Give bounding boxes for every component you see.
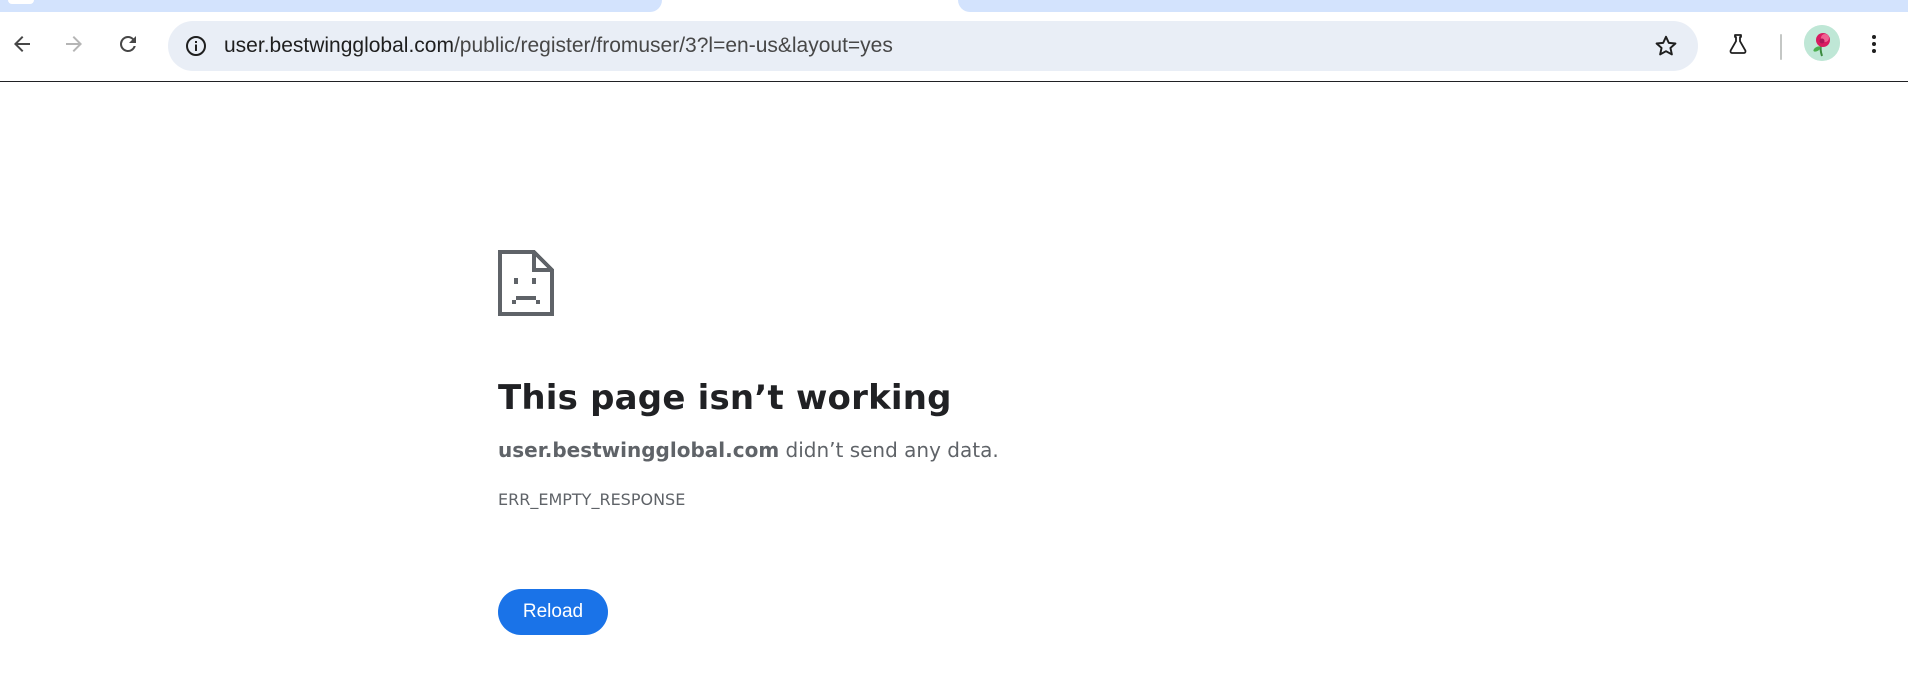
address-bar[interactable]: user.bestwingglobal.com/public/register/… xyxy=(168,21,1698,71)
tab-inactive-left[interactable] xyxy=(0,0,662,12)
info-icon xyxy=(186,36,206,56)
error-description: user.bestwingglobal.com didn’t send any … xyxy=(498,438,1398,462)
error-message: didn’t send any data. xyxy=(785,438,999,462)
browser-toolbar: user.bestwingglobal.com/public/register/… xyxy=(0,12,1908,82)
flask-icon xyxy=(1729,34,1747,54)
reload-toolbar-button[interactable] xyxy=(106,22,150,66)
error-content: This page isn’t working user.bestwingglo… xyxy=(498,250,1398,635)
refresh-icon xyxy=(120,36,136,52)
error-host: user.bestwingglobal.com xyxy=(498,438,780,462)
back-button[interactable] xyxy=(0,22,44,66)
reload-button[interactable]: Reload xyxy=(498,589,608,635)
labs-button[interactable] xyxy=(1716,22,1760,66)
url-text[interactable]: user.bestwingglobal.com/public/register/… xyxy=(224,21,893,71)
more-vert-icon xyxy=(1872,35,1876,53)
url-domain: user.bestwingglobal.com xyxy=(224,34,454,57)
menu-button[interactable] xyxy=(1852,22,1896,66)
tab-inactive-right[interactable] xyxy=(958,0,1908,12)
arrow-left-icon xyxy=(14,36,30,52)
sad-page-icon xyxy=(498,250,554,316)
profile-avatar[interactable] xyxy=(1804,25,1840,61)
arrow-right-icon xyxy=(66,36,82,52)
site-info-button[interactable] xyxy=(178,28,214,64)
url-path: /public/register/fromuser/3?l=en-us&layo… xyxy=(453,34,893,57)
star-icon xyxy=(1655,35,1677,56)
forward-button[interactable] xyxy=(52,22,96,66)
error-code: ERR_EMPTY_RESPONSE xyxy=(498,490,686,509)
tab-favicon-icon xyxy=(8,0,34,4)
tab-strip xyxy=(0,0,1908,12)
bookmark-button[interactable] xyxy=(1648,28,1684,64)
page-title: This page isn’t working xyxy=(498,378,952,418)
rose-avatar-icon xyxy=(1804,25,1840,61)
toolbar-divider xyxy=(1780,34,1782,60)
